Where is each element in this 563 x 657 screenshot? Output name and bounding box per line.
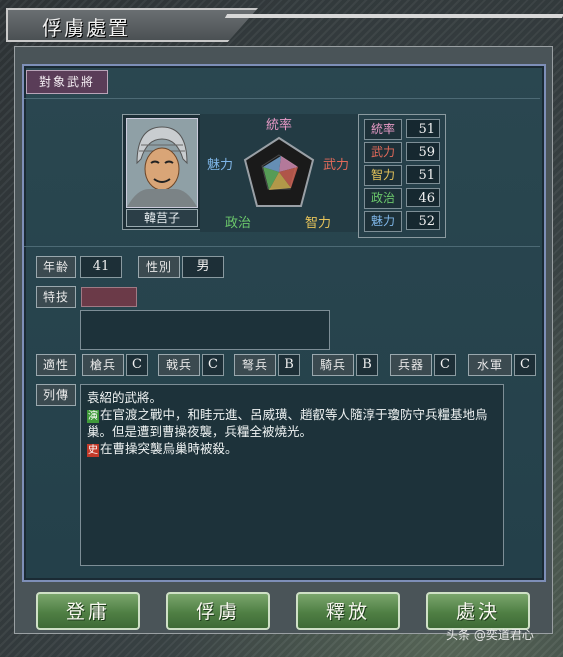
aptitude-spear-grade: C xyxy=(126,354,148,376)
divider xyxy=(24,246,540,247)
stat-label: 統率 xyxy=(364,119,402,140)
title-bar: 俘虜處置 xyxy=(6,8,258,42)
stats-list: 統率 51 武力 59 智力 51 政治 46 魅力 52 xyxy=(358,114,446,238)
aptitude-cavalry-grade: B xyxy=(356,354,378,376)
skill-label: 特技 xyxy=(36,286,76,308)
bio-paragraph: 演在官渡之戰中，和眭元進、呂威璜、趙叡等人隨淳于瓊防守兵糧基地烏巢。但是遭到曹操… xyxy=(87,406,497,440)
officer-face-icon xyxy=(127,119,197,207)
gender-value: 男 xyxy=(182,256,224,278)
stat-label: 魅力 xyxy=(364,211,402,232)
stat-value: 59 xyxy=(406,142,440,161)
aptitude-navy-label: 水軍 xyxy=(468,354,512,376)
divider xyxy=(24,98,540,99)
officer-name: 韓莒子 xyxy=(126,209,198,227)
release-button[interactable]: 釋放 xyxy=(296,592,400,630)
bio-line: 袁紹的武將。 xyxy=(87,390,163,405)
pentagon-label-chr: 魅力 xyxy=(207,158,233,173)
imprison-button[interactable]: 俘虜 xyxy=(166,592,270,630)
biography-text[interactable]: 袁紹的武將。 演在官渡之戰中，和眭元進、呂威璜、趙叡等人隨淳于瓊防守兵糧基地烏巢… xyxy=(80,384,504,566)
pentagon-label-lead: 統率 xyxy=(266,117,292,133)
stat-row-war: 武力 59 xyxy=(364,142,440,163)
aptitude-siege-label: 兵器 xyxy=(390,354,432,376)
stat-value: 51 xyxy=(406,119,440,138)
age-value: 41 xyxy=(80,256,122,278)
execute-button[interactable]: 處決 xyxy=(426,592,530,630)
recruit-button[interactable]: 登庸 xyxy=(36,592,140,630)
aptitude-crossbow-label: 弩兵 xyxy=(234,354,276,376)
portrait-frame: 韓莒子 xyxy=(122,114,202,230)
pentagon-label-int: 智力 xyxy=(305,216,331,231)
gender-label: 性別 xyxy=(138,256,180,278)
pentagon-label-war: 武力 xyxy=(323,158,349,173)
stat-row-chr: 魅力 52 xyxy=(364,211,440,232)
skill-slot xyxy=(81,287,137,307)
stat-row-int: 智力 51 xyxy=(364,165,440,186)
title-divider xyxy=(224,14,563,18)
aptitude-spear-label: 槍兵 xyxy=(82,354,124,376)
stat-value: 52 xyxy=(406,211,440,230)
aptitude-crossbow-grade: B xyxy=(278,354,300,376)
romance-mark-icon: 演 xyxy=(87,410,99,423)
stat-label: 智力 xyxy=(364,165,402,186)
biography-label: 列傳 xyxy=(36,384,76,406)
page-title: 俘虜處置 xyxy=(42,16,130,40)
stat-value: 46 xyxy=(406,188,440,207)
aptitude-siege-grade: C xyxy=(434,354,456,376)
pentagon-label-pol: 政治 xyxy=(225,216,251,231)
target-officer-tag: 對象武將 xyxy=(26,70,108,94)
bio-line: 在曹操突襲烏巢時被殺。 xyxy=(100,441,238,456)
stat-row-pol: 政治 46 xyxy=(364,188,440,209)
age-label: 年齢 xyxy=(36,256,76,278)
bio-paragraph: 史在曹操突襲烏巢時被殺。 xyxy=(87,440,497,457)
stat-label: 武力 xyxy=(364,142,402,163)
aptitude-label: 適性 xyxy=(36,354,76,376)
aptitude-navy-grade: C xyxy=(514,354,536,376)
bio-line: 在官渡之戰中，和眭元進、呂威璜、趙叡等人隨淳于瓊防守兵糧基地烏巢。但是遭到曹操夜… xyxy=(87,407,488,439)
skill-area xyxy=(80,310,330,350)
stat-label: 政治 xyxy=(364,188,402,209)
stat-row-lead: 統率 51 xyxy=(364,119,440,140)
stat-value: 51 xyxy=(406,165,440,184)
aptitude-halberd-grade: C xyxy=(202,354,224,376)
aptitude-cavalry-label: 騎兵 xyxy=(312,354,354,376)
aptitude-halberd-label: 戟兵 xyxy=(158,354,200,376)
stat-pentagon: 統率 武力 智力 政治 魅力 xyxy=(200,114,358,232)
officer-portrait xyxy=(126,118,198,208)
watermark: 头条 @奕道君心 xyxy=(446,628,534,642)
history-mark-icon: 史 xyxy=(87,444,99,457)
